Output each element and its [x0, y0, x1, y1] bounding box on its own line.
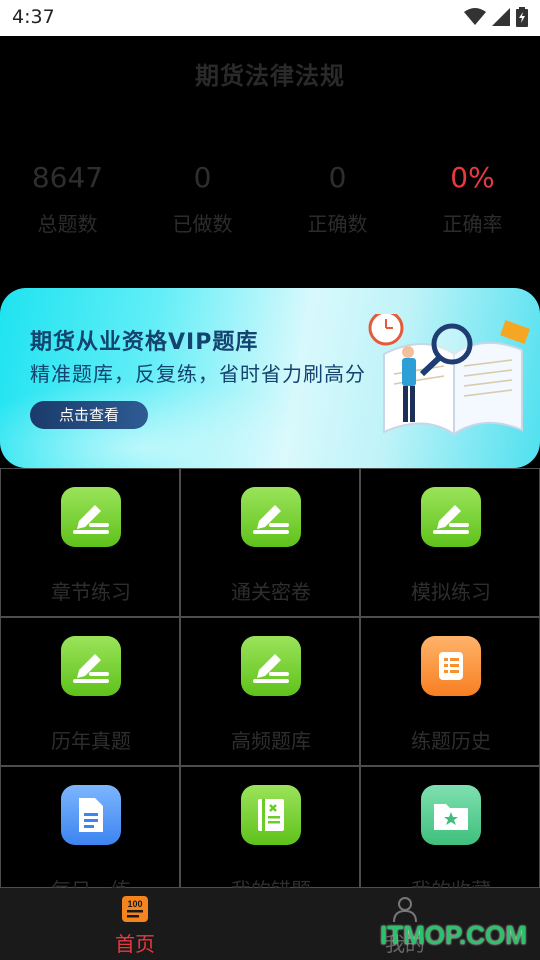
document-icon — [61, 785, 121, 845]
edit-icon — [61, 487, 121, 547]
grid-item-label: 通关密卷 — [231, 580, 311, 604]
watermark: ITMOP.COM — [380, 920, 527, 950]
edit-icon — [241, 636, 301, 696]
grid-item-label: 练题历史 — [411, 729, 491, 753]
feature-grid: 章节练习 通关密卷 模拟练习 历年真题 高频题库 练题历史 — [0, 468, 540, 902]
stat-total: 8647 总题数 — [0, 158, 135, 237]
grid-item-pass-papers[interactable]: 通关密卷 — [180, 468, 360, 617]
edit-icon — [61, 636, 121, 696]
grid-item-label: 模拟练习 — [411, 580, 491, 604]
favorite-folder-icon — [421, 785, 481, 845]
stat-done-value: 0 — [193, 161, 212, 194]
stat-correct: 0 正确数 — [270, 158, 405, 237]
grid-item-wrong-questions[interactable]: 我的错题 — [180, 766, 360, 902]
stat-rate: 0% 正确率 — [405, 158, 540, 237]
wifi-icon — [464, 8, 486, 25]
stat-correct-value: 0 — [328, 161, 347, 194]
page-title: 期货法律法规 — [195, 62, 345, 90]
vip-banner[interactable]: 期货从业资格VIP题库 精准题库，反复练，省时省力刷高分 点击查看 — [0, 288, 540, 468]
home-100-icon: 100 — [122, 896, 148, 922]
nav-home[interactable]: 100 首页 — [0, 888, 270, 960]
error-book-icon — [241, 785, 301, 845]
person-icon — [393, 897, 417, 922]
grid-item-label: 历年真题 — [51, 729, 131, 753]
grid-item-past-exams[interactable]: 历年真题 — [0, 617, 180, 766]
status-bar: 4:37 — [0, 0, 540, 36]
edit-icon — [421, 487, 481, 547]
stat-rate-value: 0% — [450, 161, 495, 194]
status-time: 4:37 — [12, 6, 55, 28]
status-icons — [464, 7, 528, 27]
grid-item-label: 章节练习 — [51, 580, 131, 604]
grid-item-favorites[interactable]: 我的收藏 — [360, 766, 540, 902]
battery-icon — [516, 7, 528, 27]
nav-home-label: 首页 — [115, 932, 155, 956]
stat-total-label: 总题数 — [37, 212, 98, 236]
grid-item-practice-history[interactable]: 练题历史 — [360, 617, 540, 766]
stats-row: 8647 总题数 0 已做数 0 正确数 0% 正确率 — [0, 158, 540, 237]
stat-done: 0 已做数 — [135, 158, 270, 237]
grid-item-label: 高频题库 — [231, 729, 311, 753]
banner-title: 期货从业资格VIP题库 — [30, 330, 259, 355]
stat-rate-label: 正确率 — [442, 212, 503, 236]
grid-item-mock-practice[interactable]: 模拟练习 — [360, 468, 540, 617]
stat-total-value: 8647 — [31, 161, 104, 194]
grid-item-chapter-practice[interactable]: 章节练习 — [0, 468, 180, 617]
svg-text:100: 100 — [127, 899, 142, 909]
scroll-icon — [421, 636, 481, 696]
stat-correct-label: 正确数 — [307, 212, 368, 236]
banner-subtitle: 精准题库，反复练，省时省力刷高分 — [30, 362, 366, 386]
banner-view-button[interactable]: 点击查看 — [30, 401, 148, 429]
cell-signal-icon — [492, 8, 510, 26]
grid-item-daily-practice[interactable]: 每日一练 — [0, 766, 180, 902]
book-illustration — [368, 314, 530, 436]
stat-done-label: 已做数 — [172, 212, 233, 236]
edit-icon — [241, 487, 301, 547]
grid-item-high-frequency[interactable]: 高频题库 — [180, 617, 360, 766]
